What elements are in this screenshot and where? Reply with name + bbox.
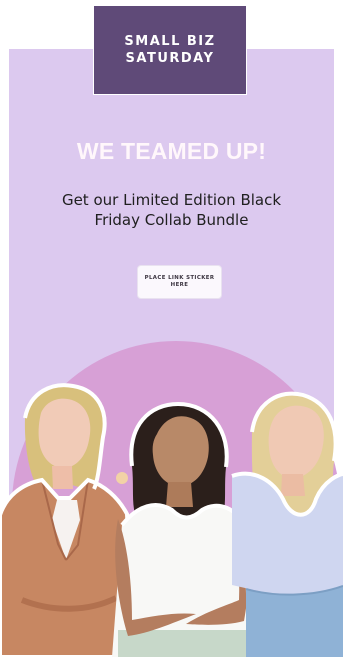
- subtitle-line-1: Get our Limited Edition Black: [61, 191, 282, 209]
- badge-line-1: SMALL BIZ: [124, 34, 216, 49]
- place-link-sticker-button[interactable]: PLACE LINK STICKER HERE: [137, 265, 222, 299]
- sticker-line-2: HERE: [170, 282, 189, 288]
- women-group-illustration: [0, 341, 343, 657]
- subtitle: Get our Limited Edition Black Friday Col…: [0, 190, 343, 230]
- sticker-line-1: PLACE LINK STICKER: [144, 275, 215, 281]
- small-biz-saturday-badge: SMALL BIZ SATURDAY: [93, 5, 247, 95]
- page-title: WE TEAMED UP!: [76, 138, 267, 164]
- subtitle-line-2: Friday Collab Bundle: [94, 211, 249, 229]
- badge-line-2: SATURDAY: [125, 51, 215, 66]
